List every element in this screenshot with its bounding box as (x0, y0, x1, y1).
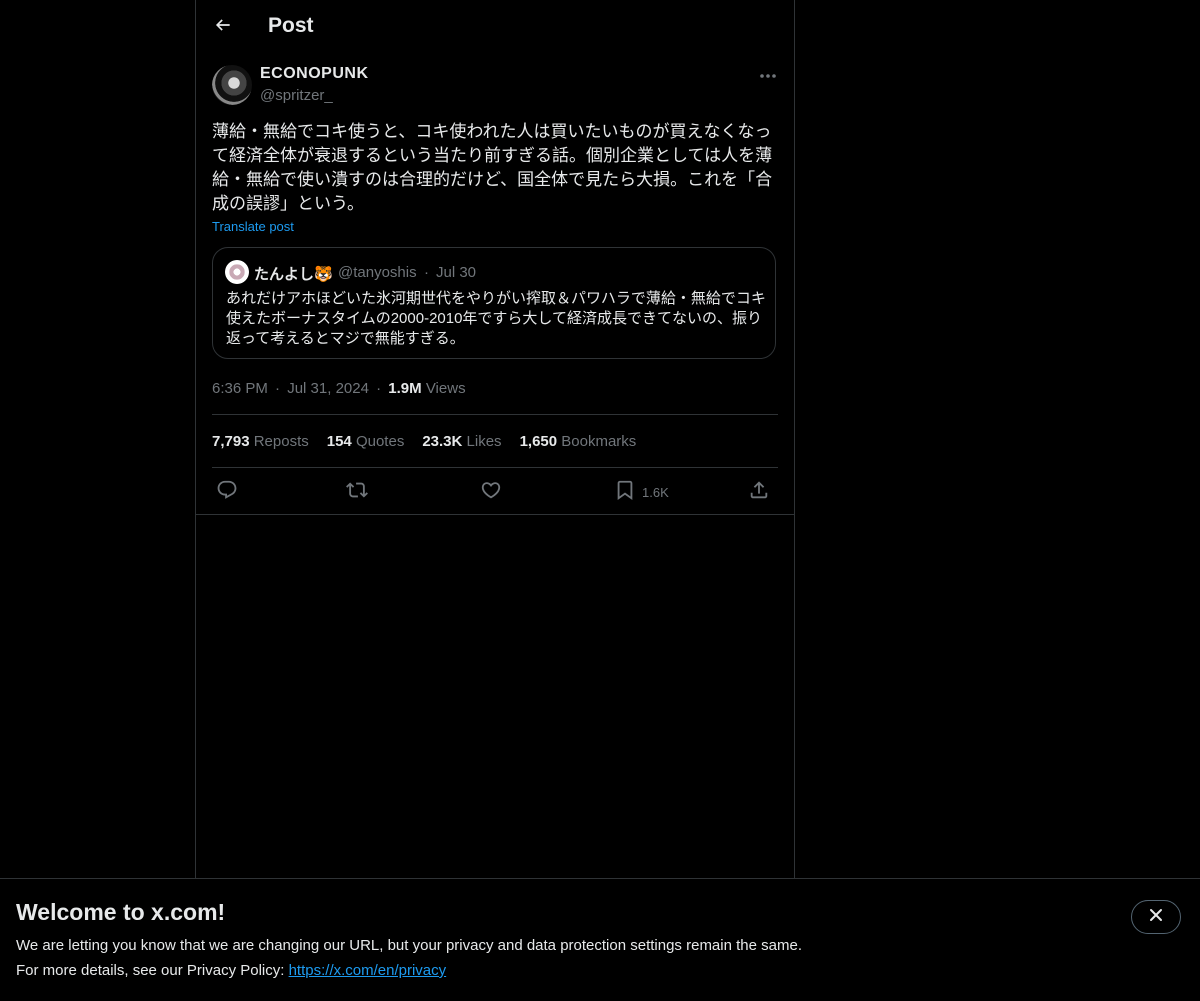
divider (212, 467, 778, 468)
more-options-button[interactable] (752, 64, 784, 86)
likes-label: Likes (466, 433, 502, 450)
quoted-separator: · (424, 264, 429, 281)
quoted-author-name: たんよし🐯 (254, 263, 333, 284)
divider (196, 514, 794, 515)
quoted-post-text: あれだけアホほどいた氷河期世代をやりがい搾取＆パワハラで薄給・無給でコキ使えたボ… (226, 290, 766, 347)
bookmarks-stat[interactable]: 1,650 Bookmarks (520, 433, 637, 450)
author-handle[interactable]: @spritzer_ (260, 87, 333, 104)
reposts-count: 7,793 (212, 433, 250, 450)
share-button[interactable] (748, 480, 770, 504)
reposts-stat[interactable]: 7,793 Reposts (212, 433, 309, 450)
bookmark-icon (614, 479, 636, 506)
page-title: Post (268, 14, 314, 37)
bookmark-button[interactable]: 1.6K (614, 480, 669, 504)
quotes-count: 154 (326, 433, 352, 450)
close-banner-button[interactable] (1131, 900, 1181, 934)
banner-message: We are letting you know that we are chan… (16, 937, 802, 954)
bookmarks-count: 1,650 (519, 433, 558, 450)
meta-separator: · (376, 380, 382, 397)
banner-title: Welcome to x.com! (16, 899, 226, 925)
bookmark-count: 1.6K (642, 484, 669, 500)
close-icon (1149, 908, 1163, 927)
quotes-label: Quotes (355, 433, 405, 450)
quoted-date: Jul 30 (436, 264, 477, 281)
author-name[interactable]: ECONOPUNK (260, 65, 369, 83)
author-avatar[interactable] (212, 65, 252, 105)
post-actions: 1.6K (212, 478, 778, 506)
quoted-author-avatar (225, 260, 249, 284)
quotes-stat[interactable]: 154 Quotes (327, 433, 405, 450)
likes-stat[interactable]: 23.3K Likes (422, 433, 501, 450)
back-button[interactable] (206, 11, 240, 43)
like-button[interactable] (480, 480, 502, 504)
reposts-label: Reposts (253, 433, 309, 450)
more-horizontal-icon (759, 66, 777, 84)
privacy-policy-link[interactable]: https://x.com/en/privacy (289, 962, 447, 979)
repost-icon (346, 479, 368, 506)
post-date[interactable]: Jul 31, 2024 (287, 380, 369, 397)
post-stats: 7,793 Reposts 154 Quotes 23.3K Likes 1,650 … (212, 433, 654, 450)
main-column: Post ECONOPUNK @spritzer_ 薄給・無給でコキ使うと、コキ… (195, 0, 795, 1000)
page-header: Post (196, 0, 794, 53)
quoted-author-handle: @tanyoshis (338, 264, 417, 281)
welcome-banner: Welcome to x.com! We are letting you kno… (0, 878, 1200, 1001)
banner-details: For more details, see our Privacy Policy… (16, 962, 446, 979)
banner-details-text: For more details, see our Privacy Policy… (16, 962, 289, 979)
tiger-emoji-icon: 🐯 (314, 266, 333, 283)
quoted-author-name-text: たんよし (254, 266, 315, 283)
views-label: Views (425, 380, 466, 397)
heart-icon (480, 479, 502, 506)
translate-post-link[interactable]: Translate post (212, 219, 294, 234)
reply-icon (216, 479, 238, 506)
arrow-left-icon (213, 15, 233, 40)
divider (212, 414, 778, 415)
post-time[interactable]: 6:36 PM (212, 380, 268, 397)
post-metadata: 6:36 PM · Jul 31, 2024 · 1.9M Views (212, 380, 466, 397)
reply-button[interactable] (216, 480, 238, 504)
likes-count: 23.3K (422, 433, 463, 450)
share-icon (748, 479, 770, 506)
post-text: 薄給・無給でコキ使うと、コキ使われた人は買いたいものが買えなくなって経済全体が衰… (212, 122, 773, 213)
repost-button[interactable] (346, 480, 368, 504)
meta-separator: · (275, 380, 281, 397)
views-count: 1.9M (388, 380, 422, 397)
bookmarks-label: Bookmarks (561, 433, 637, 450)
quoted-post[interactable]: たんよし🐯 @tanyoshis · Jul 30 あれだけアホほどいた氷河期世… (212, 247, 776, 359)
